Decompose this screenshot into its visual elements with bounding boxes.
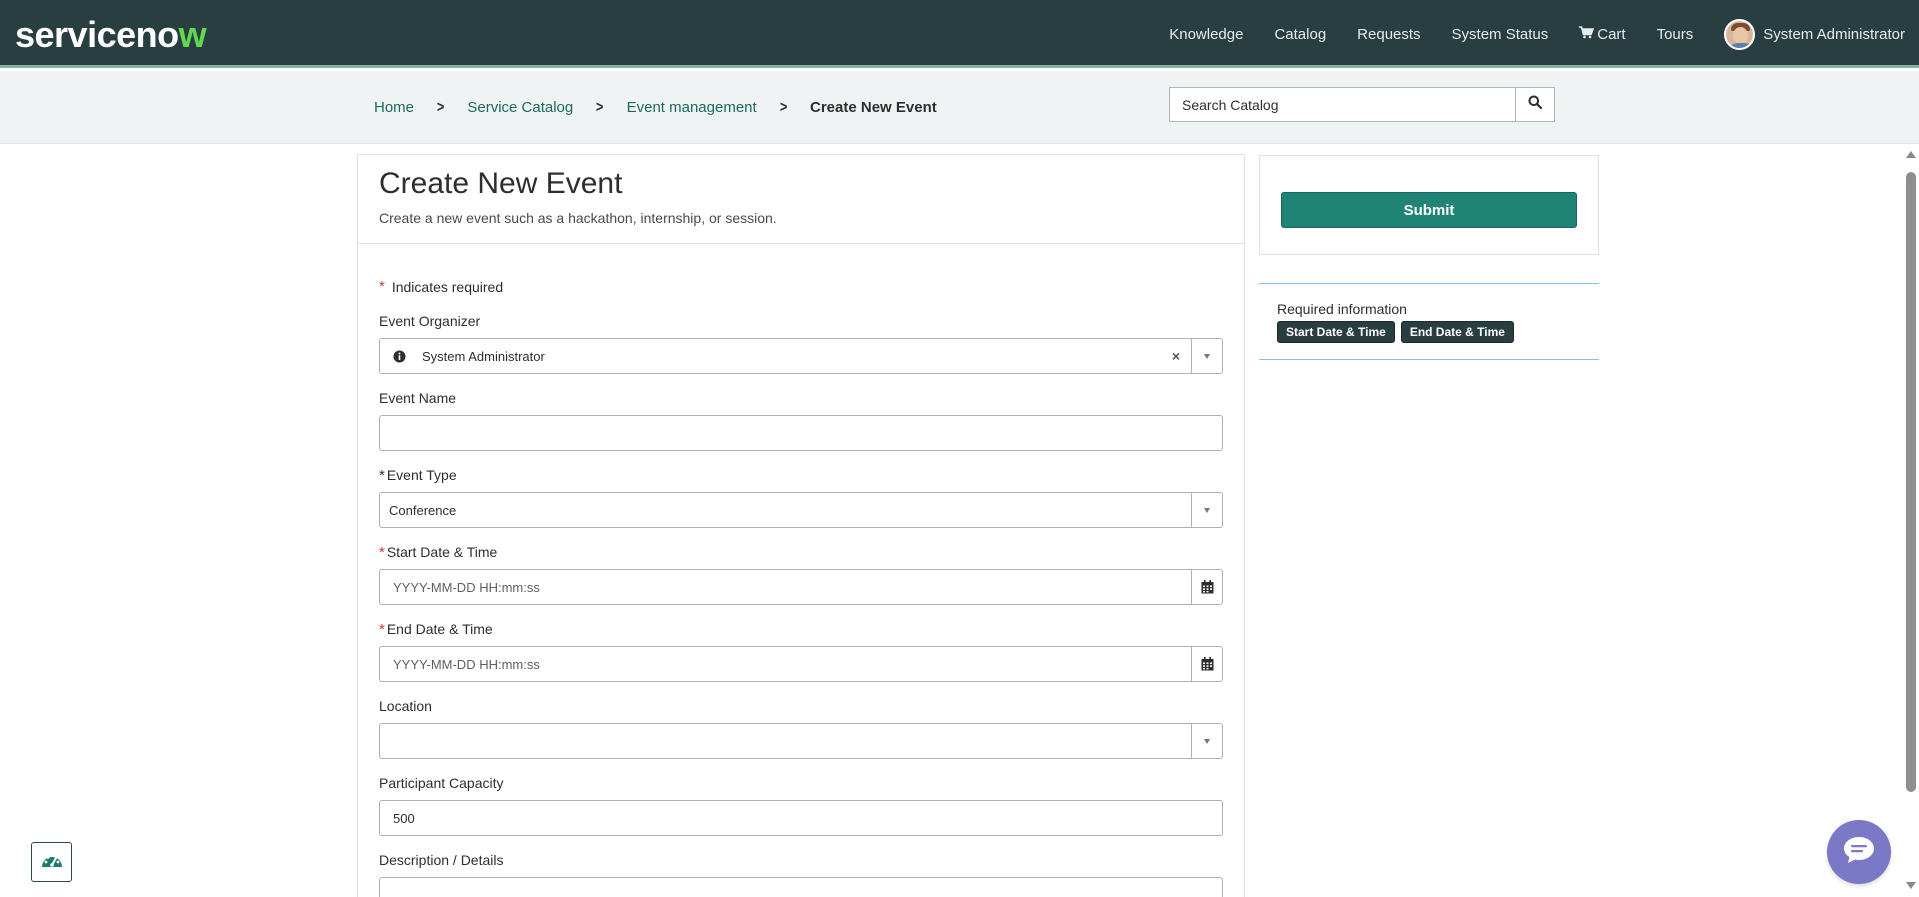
performance-dashboard-button[interactable] — [31, 842, 72, 882]
speedometer-icon — [40, 851, 64, 874]
field-label-text: Event Type — [386, 467, 457, 483]
start-date-placeholder: YYYY-MM-DD HH:mm:ss — [393, 579, 540, 595]
required-asterisk: * — [379, 278, 385, 295]
end-date-input[interactable]: YYYY-MM-DD HH:mm:ss — [379, 646, 1223, 682]
page-title: Create New Event — [379, 167, 623, 200]
calendar-icon[interactable] — [1191, 570, 1222, 604]
required-note: * Indicates required — [379, 278, 1223, 295]
nav-system-status[interactable]: System Status — [1452, 26, 1549, 43]
description-value — [380, 878, 1222, 897]
nav-knowledge[interactable]: Knowledge — [1169, 26, 1243, 43]
nav-cart-label: Cart — [1597, 25, 1626, 43]
field-event-type: * Event Type Conference — [379, 466, 1223, 528]
scroll-up-icon[interactable] — [1906, 151, 1916, 158]
field-label: Description / Details — [379, 852, 504, 868]
field-location: Location — [379, 697, 1223, 759]
location-select[interactable] — [379, 723, 1223, 759]
breadcrumb-bar: Home > Service Catalog > Event managemen… — [0, 71, 1919, 144]
field-label: Event Organizer — [379, 313, 481, 329]
field-event-name: Event Name — [379, 389, 1223, 451]
chevron-right-icon: > — [779, 98, 788, 116]
event-name-value — [380, 416, 1222, 450]
capacity-input[interactable]: 500 — [379, 800, 1223, 836]
organizer-reference-field[interactable]: System Administrator × — [379, 338, 1223, 374]
field-label: * Start Date & Time — [379, 543, 1223, 561]
search-icon — [1528, 95, 1543, 114]
cart-icon — [1579, 26, 1595, 42]
top-nav: Knowledge Catalog Requests System Status… — [1138, 0, 1905, 68]
breadcrumb-service-catalog[interactable]: Service Catalog — [467, 99, 573, 116]
field-label: Location — [379, 698, 432, 714]
required-badge[interactable]: End Date & Time — [1400, 321, 1514, 343]
field-label: Event Name — [379, 390, 457, 406]
form-header: Create New Event Create a new event such… — [358, 155, 1244, 244]
chevron-right-icon: > — [596, 98, 604, 116]
start-date-input[interactable]: YYYY-MM-DD HH:mm:ss — [379, 569, 1223, 605]
chevron-down-icon[interactable] — [1191, 724, 1222, 758]
chat-bubble-icon — [1842, 835, 1876, 870]
info-icon[interactable] — [380, 339, 418, 373]
nav-requests[interactable]: Requests — [1357, 26, 1420, 43]
required-badge[interactable]: Start Date & Time — [1277, 321, 1395, 343]
organizer-value: System Administrator — [422, 348, 545, 364]
field-start-date: * Start Date & Time YYYY-MM-DD HH:mm:ss — [379, 543, 1223, 605]
chevron-down-icon[interactable] — [1191, 493, 1222, 527]
scroll-thumb[interactable] — [1906, 172, 1916, 792]
search-catalog — [1169, 87, 1555, 122]
breadcrumb-home[interactable]: Home — [374, 99, 414, 116]
top-header: servicenow Knowledge Catalog Requests Sy… — [0, 0, 1919, 68]
user-avatar[interactable] — [1724, 18, 1756, 50]
nav-tours[interactable]: Tours — [1657, 26, 1694, 43]
mandatory-asterisk: * — [379, 466, 385, 484]
required-information-panel: Required information Start Date & Time E… — [1259, 283, 1599, 360]
chevron-right-icon: > — [436, 98, 445, 116]
submit-button[interactable]: Submit — [1281, 192, 1577, 228]
mandatory-asterisk: * — [379, 543, 385, 561]
breadcrumb-current: Create New Event — [810, 99, 937, 116]
servicenow-logo[interactable]: servicenow — [15, 14, 207, 56]
mandatory-asterisk: * — [379, 620, 385, 638]
capacity-value: 500 — [393, 810, 415, 826]
search-button[interactable] — [1515, 88, 1554, 121]
end-date-placeholder: YYYY-MM-DD HH:mm:ss — [393, 656, 540, 672]
field-description: Description / Details — [379, 851, 1223, 897]
field-label: * Event Type — [379, 466, 1223, 484]
user-menu[interactable]: System Administrator — [1763, 26, 1905, 43]
field-participant-capacity: Participant Capacity 500 — [379, 774, 1223, 836]
breadcrumb: Home > Service Catalog > Event managemen… — [374, 71, 937, 144]
calendar-icon[interactable] — [1191, 647, 1222, 681]
clear-icon[interactable]: × — [1161, 339, 1191, 373]
required-information-title: Required information — [1277, 301, 1407, 317]
required-note-text: Indicates required — [391, 278, 504, 295]
search-input[interactable] — [1170, 88, 1515, 121]
nav-cart[interactable]: Cart — [1579, 25, 1626, 43]
field-label-text: Start Date & Time — [386, 544, 498, 560]
field-label: Participant Capacity — [379, 775, 504, 791]
location-value — [380, 724, 1191, 758]
field-label: * End Date & Time — [379, 620, 1223, 638]
catalog-item-form: Create New Event Create a new event such… — [357, 154, 1245, 897]
event-type-select[interactable]: Conference — [379, 492, 1223, 528]
event-type-value: Conference — [389, 502, 457, 518]
scroll-down-icon[interactable] — [1906, 882, 1916, 889]
field-end-date: * End Date & Time YYYY-MM-DD HH:mm:ss — [379, 620, 1223, 682]
page-scrollbar[interactable] — [1903, 144, 1919, 897]
form-description: Create a new event such as a hackathon, … — [379, 210, 777, 226]
form-body: * Indicates required — [358, 244, 1244, 295]
description-textarea[interactable] — [379, 877, 1223, 897]
field-event-organizer: Event Organizer System Administrator × — [379, 312, 1223, 374]
field-label-text: End Date & Time — [386, 621, 493, 637]
event-name-input[interactable] — [379, 415, 1223, 451]
virtual-agent-chat-button[interactable] — [1827, 820, 1891, 884]
nav-catalog[interactable]: Catalog — [1274, 26, 1326, 43]
order-panel: Submit — [1259, 155, 1599, 255]
chevron-down-icon[interactable] — [1191, 339, 1222, 373]
required-badges: Start Date & Time End Date & Time — [1277, 321, 1581, 343]
breadcrumb-event-management[interactable]: Event management — [627, 99, 757, 116]
